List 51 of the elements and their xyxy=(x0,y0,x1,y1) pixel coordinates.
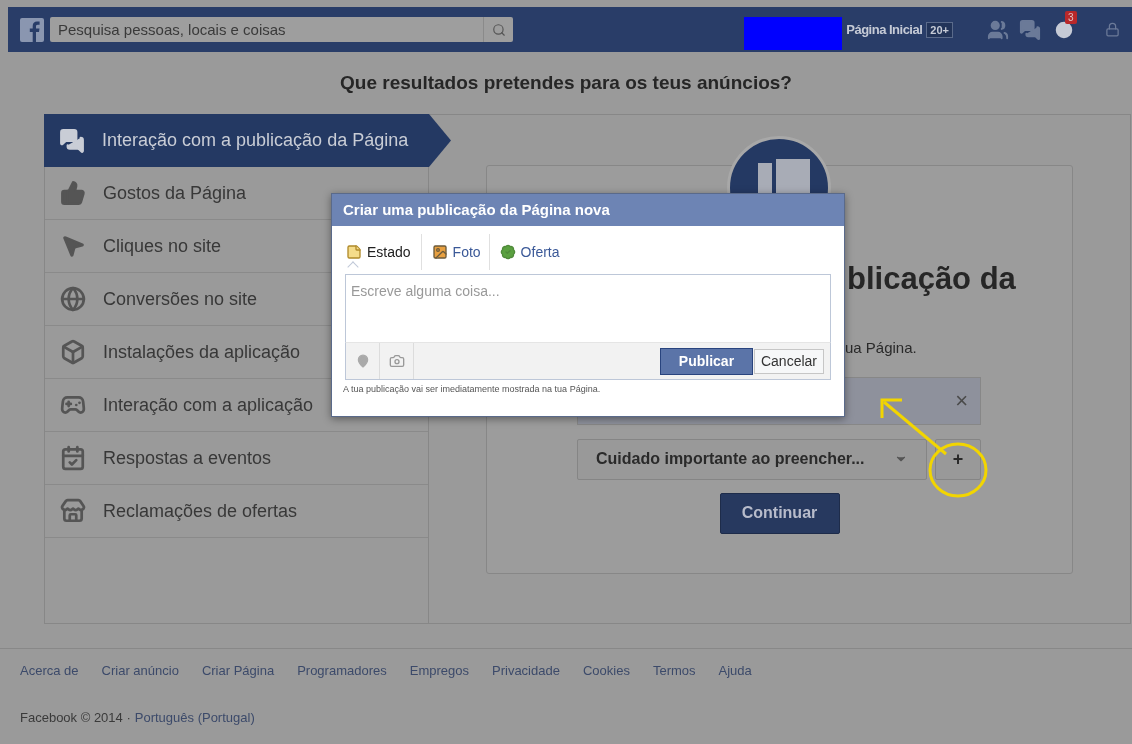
pointer-icon xyxy=(60,233,86,259)
search-button[interactable] xyxy=(483,17,513,42)
post-type-tab[interactable]: Oferta xyxy=(499,241,560,263)
cancel-button[interactable]: Cancelar xyxy=(753,348,824,374)
location-icon[interactable] xyxy=(355,354,370,368)
objective-item[interactable]: Interação com a publicação da Página xyxy=(44,114,451,167)
camera-icon[interactable] xyxy=(388,353,405,369)
lock-icon[interactable] xyxy=(1105,22,1120,37)
count-badge: 20+ xyxy=(926,21,953,38)
language-link[interactable]: Português (Portugal) xyxy=(134,707,255,727)
footer-link[interactable]: Programadores xyxy=(297,661,387,681)
objective-item[interactable]: Reclamações de ofertas xyxy=(45,485,428,538)
footer-link[interactable]: Criar Página xyxy=(201,661,275,681)
copyright: Facebook © 2014 · xyxy=(20,708,131,727)
post-type-tab[interactable]: Estado xyxy=(346,241,411,263)
continue-button[interactable]: Continuar xyxy=(719,492,840,534)
post-type-tab[interactable]: Foto xyxy=(431,241,481,263)
photo-icon xyxy=(431,244,448,260)
footer-link[interactable]: Ajuda xyxy=(718,661,752,681)
footer-link[interactable]: Cookies xyxy=(582,661,630,681)
card-description: ua Página. xyxy=(845,338,917,356)
objective-item[interactable]: Respostas a eventos xyxy=(45,432,428,485)
post-field[interactable]: Escreve alguma coisa... xyxy=(345,274,831,342)
card-title: blicação da xyxy=(847,260,1017,298)
annotation-circle xyxy=(928,442,988,498)
home-link[interactable]: Página Inicial xyxy=(846,19,923,40)
storefront-icon xyxy=(60,498,86,524)
search-icon xyxy=(491,22,506,37)
thumbs-up-icon xyxy=(60,180,86,206)
publish-button[interactable]: Publicar xyxy=(659,347,753,375)
footer-link[interactable]: Acerca de xyxy=(20,661,79,681)
search-field[interactable]: Pesquisa pessoas, locais e coisas xyxy=(50,17,483,42)
footer-link[interactable]: Privacidade xyxy=(492,661,560,681)
calendar-icon xyxy=(60,445,86,471)
messages-icon[interactable] xyxy=(1019,18,1041,41)
footer-link[interactable]: Criar anúncio xyxy=(101,661,179,681)
annotation-arrow xyxy=(880,398,947,456)
speech-bubbles-icon xyxy=(59,127,85,154)
add-button[interactable]: + xyxy=(935,438,981,480)
page-heading: Que resultados pretendes para os teus anúncios? xyxy=(339,71,793,95)
badge-icon xyxy=(499,244,516,260)
remove-button[interactable]: × xyxy=(955,384,968,417)
footer-link[interactable]: Empregos xyxy=(409,661,469,681)
logo-icon[interactable] xyxy=(20,17,44,42)
dialog-title: Criar uma publicação da Página nova xyxy=(332,194,844,226)
footer-link[interactable]: Termos xyxy=(652,661,696,681)
notification-badge: 3 xyxy=(1065,10,1077,24)
post-dropdown[interactable]: Cuidado importante ao preencher... xyxy=(577,438,927,480)
cube-icon xyxy=(60,339,86,365)
note-icon xyxy=(346,244,362,260)
friends-icon[interactable] xyxy=(987,18,1009,41)
